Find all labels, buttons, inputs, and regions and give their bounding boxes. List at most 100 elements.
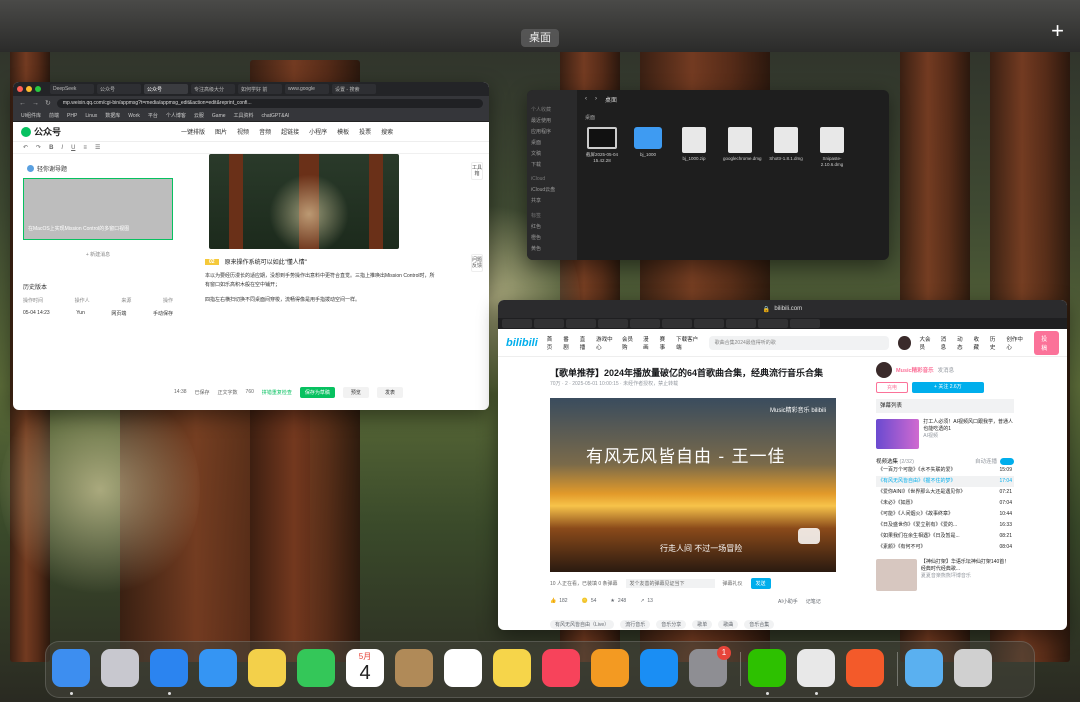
safari-bilibili-window[interactable]: 🔒 bilibili.com bilibili 首页 番剧 直播 游戏中心 会员购 漫画赛… <box>498 300 1067 630</box>
video-player[interactable]: Music精彩音乐 bilibili 有风无风皆自由 - 王一佳 行走人间 不过… <box>550 398 836 572</box>
danmu-list-toggle[interactable]: 弹幕列表 <box>876 399 1014 413</box>
close-window-icon[interactable] <box>17 86 23 92</box>
bookmark-item[interactable]: Linux <box>85 113 97 119</box>
downloads-folder-icon[interactable] <box>905 649 943 687</box>
insert-menu-item[interactable]: 搜索 <box>381 127 393 136</box>
bookmark-item[interactable]: 个人博客 <box>166 112 186 119</box>
back-icon[interactable]: ‹ <box>585 96 587 102</box>
finder-file[interactable]: bj_1000.zip <box>677 127 711 168</box>
playlist-item[interactable]: 《可能》《人间烟火》《故事终章》 10:44 <box>876 509 1014 520</box>
video-tag[interactable]: 音乐合集 <box>744 620 775 629</box>
bilibili-nav-item[interactable]: 下载客户端 <box>676 335 700 351</box>
finder-file[interactable]: 截屏2025-05-04 15.42.28 <box>585 127 619 168</box>
article-editor[interactable]: 02 原来操作系统可以如此"懂人情" 本以为要经历漫长的适应期，没想到手势操作出意… <box>205 154 455 400</box>
playlist-item[interactable]: 《素颜》《有何不可》 08:04 <box>876 542 1014 553</box>
bookmark-item[interactable]: 平台 <box>148 112 158 119</box>
video-action[interactable]: 👍 182 <box>550 598 568 604</box>
finder-sidebar-item[interactable]: 橙色 <box>531 234 573 241</box>
insert-menu-item[interactable]: 一键排版 <box>181 127 205 136</box>
italic-icon[interactable]: I <box>61 145 63 151</box>
save-draft-button[interactable]: 保存为草稿 <box>299 386 335 398</box>
chrome-app-icon[interactable] <box>797 649 835 687</box>
insert-menu-item[interactable]: 模板 <box>337 127 349 136</box>
bilibili-nav-item[interactable]: 番剧 <box>563 335 572 351</box>
mail-app-icon[interactable] <box>199 649 237 687</box>
finder-app-icon[interactable] <box>52 649 90 687</box>
danmu-etiquette-link[interactable]: 弹幕礼仪 <box>723 580 743 587</box>
autoplay-toggle[interactable] <box>1000 457 1014 465</box>
charge-button[interactable]: 充电 <box>876 382 909 393</box>
chrome-tab[interactable]: DeepSeek <box>50 84 94 94</box>
bilibili-nav-item[interactable]: 会员购 <box>622 335 636 351</box>
zoom-window-icon[interactable] <box>35 86 41 92</box>
forward-icon[interactable]: › <box>595 96 597 102</box>
play-icon[interactable] <box>798 528 820 544</box>
launchpad-app-icon[interactable] <box>101 649 139 687</box>
bilibili-nav-item[interactable]: 首页 <box>547 335 556 351</box>
user-nav-item[interactable]: 历史 <box>990 335 999 351</box>
insert-menu-item[interactable]: 投票 <box>359 127 371 136</box>
upload-button[interactable]: 投稿 <box>1034 330 1059 355</box>
bookmark-item[interactable]: chatGPT&AI <box>262 113 290 119</box>
bilibili-nav-item[interactable]: 游戏中心 <box>596 335 615 351</box>
bookmark-item[interactable]: 云服 <box>194 112 204 119</box>
finder-sidebar-item[interactable]: 最近使用 <box>531 117 573 124</box>
feedback-button[interactable]: 问题反馈 <box>471 254 483 272</box>
pages-app-icon[interactable] <box>591 649 629 687</box>
back-icon[interactable]: ← <box>19 100 26 107</box>
user-nav-item[interactable]: 收藏 <box>974 335 983 351</box>
bold-icon[interactable]: B <box>49 145 53 151</box>
video-tag[interactable]: 歌单 <box>692 620 713 629</box>
toolbox-button[interactable]: 工具箱 <box>471 162 483 180</box>
sogou-app-icon[interactable] <box>846 649 884 687</box>
forward-icon[interactable]: → <box>32 100 39 107</box>
playlist-item[interactable]: 《未必》《如愿》 07:04 <box>876 498 1014 509</box>
underline-icon[interactable]: U <box>71 145 75 151</box>
user-nav-item[interactable]: 消息 <box>941 335 950 351</box>
finder-file[interactable]: bj_1000 <box>631 127 665 168</box>
user-nav-item[interactable]: 大会员 <box>920 335 934 351</box>
playlist-item[interactable]: 《一百万个可能》《水不失联的爱》 15:09 <box>876 465 1014 476</box>
redo-icon[interactable]: ↷ <box>36 144 41 151</box>
finder-sidebar-item[interactable]: 黄色 <box>531 245 573 252</box>
spellcheck-link[interactable]: 拼错重复检查 <box>262 389 292 396</box>
finder-file[interactable]: Snipaste-2.10.6.dmg <box>815 127 849 168</box>
trash-icon[interactable] <box>954 649 992 687</box>
address-bar[interactable]: mp.weixin.qq.com/cgi-bin/appmsg?t=media/… <box>56 98 483 108</box>
calendar-app-icon[interactable]: 5月 4 <box>346 649 384 687</box>
mp-logo[interactable]: 公众号 <box>21 125 61 138</box>
insert-menu-item[interactable]: 图片 <box>215 127 227 136</box>
video-tag[interactable]: 有风无风皆自由（Live） <box>550 620 615 629</box>
bilibili-nav-item[interactable]: 直播 <box>580 335 589 351</box>
music-app-icon[interactable] <box>542 649 580 687</box>
new-message-button[interactable]: + 新建消息 <box>23 240 173 270</box>
finder-sidebar-item[interactable]: 文稿 <box>531 150 573 157</box>
chrome-tab[interactable]: 如何学好 前 <box>238 84 282 94</box>
follow-button[interactable]: + 关注 2.6万 <box>912 382 984 393</box>
chrome-tab[interactable]: www.google <box>285 84 329 94</box>
reload-icon[interactable]: ↻ <box>45 99 51 107</box>
finder-sidebar-item[interactable]: 桌面 <box>531 139 573 146</box>
align-icon[interactable]: ≡ <box>83 145 87 151</box>
bookmark-item[interactable]: 工具资料 <box>234 112 254 119</box>
chrome-tab[interactable]: 公众号 <box>144 84 188 94</box>
minimize-window-icon[interactable] <box>26 86 32 92</box>
playlist-item[interactable]: 《爱你AINI》《世界那么大还是遇见你》 07:21 <box>876 487 1014 498</box>
bilibili-nav-item[interactable]: 赛事 <box>660 335 669 351</box>
bookmark-item[interactable]: Game <box>212 113 226 119</box>
uploader-name[interactable]: Music精彩音乐 <box>896 366 934 374</box>
insert-menu-item[interactable]: 音频 <box>259 127 271 136</box>
chrome-tab[interactable]: 公众号 <box>97 84 141 94</box>
insert-menu-item[interactable]: 超链接 <box>281 127 299 136</box>
ad-card[interactable]: 打工人必须！AI视频风口跟我学，普通人也能吃透的1 AI视频 <box>876 419 1014 449</box>
playlist-item[interactable]: 《日及盛世你》《爱立别有》《爱的... 16:33 <box>876 520 1014 531</box>
appstore-app-icon[interactable] <box>640 649 678 687</box>
finder-file[interactable]: Shottr-1.8.1.dmg <box>769 127 803 168</box>
article-card[interactable]: 在MacOS上实现Mission Control的多窗口视图 <box>23 178 173 240</box>
bookmark-item[interactable]: 前端 <box>49 112 59 119</box>
finder-window[interactable]: 个人收藏 最近使用 应用程序 桌面 文稿 下载 iCloud iCloud云盘 共享 标签 红色 橙色… <box>527 90 889 260</box>
send-danmu-button[interactable]: 发送 <box>750 577 771 589</box>
video-action[interactable]: ★ 248 <box>610 598 626 604</box>
list-icon[interactable]: ☰ <box>95 144 100 151</box>
facetime-app-icon[interactable] <box>297 649 335 687</box>
